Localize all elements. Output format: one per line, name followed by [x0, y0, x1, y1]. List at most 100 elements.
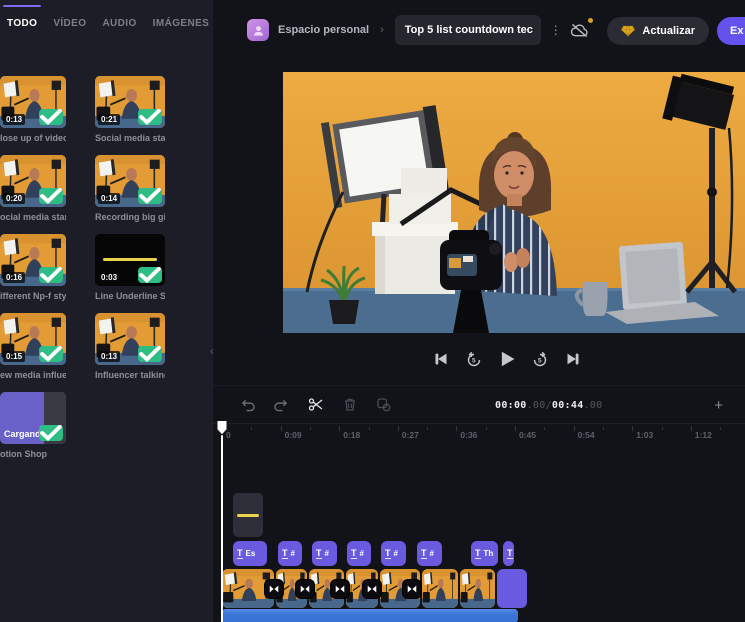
text-clip[interactable]: T #: [347, 541, 371, 566]
undo-icon: [241, 399, 255, 411]
duration-badge: 0:13: [3, 114, 26, 125]
ruler-label: 0:18: [343, 430, 361, 440]
transition-icon[interactable]: [296, 580, 314, 598]
media-item[interactable]: 0:21 Social media star pre...: [95, 76, 165, 143]
redo-button[interactable]: [273, 396, 290, 413]
media-item[interactable]: 0:16 ifferent Np-f style b...: [0, 234, 66, 301]
playhead-icon: [216, 420, 228, 436]
text-clip[interactable]: T #: [381, 541, 406, 566]
play-icon: [501, 351, 515, 367]
text-clip[interactable]: T Es: [233, 541, 267, 566]
undo-button[interactable]: [239, 396, 256, 413]
cloud-sync-button[interactable]: [569, 17, 594, 41]
checkmark-icon: [139, 109, 161, 125]
preview-scene: [283, 72, 745, 333]
skip-end-button[interactable]: [563, 349, 583, 369]
playhead-handle[interactable]: [216, 419, 228, 441]
plus-icon: +: [714, 396, 723, 414]
underline-sticker-preview: [237, 514, 259, 517]
sidebar-collapse-handle[interactable]: ‹: [206, 340, 218, 362]
trash-icon: [344, 398, 355, 411]
video-editor-app: TODO VÍDEO AUDIO IMÁGENES 0:13 lose up of vi…: [0, 0, 745, 622]
checkmark-icon: [40, 346, 62, 362]
duration-badge: 0:13: [98, 351, 121, 362]
check-badge: [138, 188, 162, 204]
media-thumbnail: 0:13: [95, 313, 165, 365]
workspace-avatar[interactable]: [247, 19, 269, 41]
redo-icon: [274, 399, 288, 411]
media-item[interactable]: 0:13 Influencer talking to ...: [95, 313, 165, 380]
ruler-label: 1:03: [636, 430, 654, 440]
transition-icon[interactable]: [265, 580, 283, 598]
delete-button[interactable]: [341, 396, 358, 413]
video-clip[interactable]: [460, 569, 495, 608]
text-clip-label: #: [429, 549, 434, 558]
forward-5-button[interactable]: 5: [530, 349, 550, 369]
audio-clip[interactable]: [222, 609, 518, 622]
zoom-in-button[interactable]: +: [714, 386, 723, 424]
media-item[interactable]: 0:20 ocial media star revi...: [0, 155, 66, 222]
checkmark-icon: [40, 425, 62, 441]
ruler-label: 0:45: [519, 430, 537, 440]
duration-badge: 0:15: [3, 351, 26, 362]
media-thumbnail: 0:13: [0, 76, 66, 128]
check-badge: [39, 188, 63, 204]
duplicate-button[interactable]: [375, 396, 392, 413]
text-clip[interactable]: T #: [417, 541, 442, 566]
upgrade-button[interactable]: Actualizar: [607, 17, 709, 45]
duration-badge: 0:16: [3, 272, 26, 283]
tab-todo[interactable]: TODO: [2, 4, 42, 29]
more-options-icon[interactable]: ⋮: [550, 23, 562, 37]
tab-audio[interactable]: AUDIO: [102, 18, 136, 29]
ruler-tick: [456, 426, 458, 431]
video-preview[interactable]: [283, 72, 745, 333]
checkmark-icon: [40, 267, 62, 283]
tab-imágenes[interactable]: IMÁGENES: [153, 18, 210, 29]
media-item[interactable]: Cargando... otion Shop: [0, 392, 66, 459]
export-label: Ex: [730, 25, 744, 37]
media-thumbnail: Cargando...: [0, 392, 66, 444]
text-clip-label: #: [290, 549, 295, 558]
media-label: ew media influence...: [0, 370, 66, 380]
thumbnail-scene: [422, 569, 458, 608]
text-tool-icon: T: [421, 548, 427, 559]
text-tool-icon: T: [282, 548, 288, 559]
transition-icon[interactable]: [403, 580, 421, 598]
check-badge: [138, 109, 162, 125]
text-clip[interactable]: T #: [278, 541, 302, 566]
workspace-name: Espacio personal: [278, 24, 370, 36]
svg-text:5: 5: [538, 358, 542, 365]
media-item[interactable]: 0:14 Recording big gift gi...: [95, 155, 165, 222]
ruler-label: 0:54: [577, 430, 595, 440]
timeline-ruler[interactable]: 0 0:09 0:18 0:27 0:36 0:45 0:54 1:03 1:12: [213, 424, 745, 448]
tab-vídeo[interactable]: VÍDEO: [53, 18, 86, 29]
media-thumbnail: 0:20: [0, 155, 66, 207]
split-button[interactable]: [307, 396, 324, 413]
sticker-clip[interactable]: [233, 493, 263, 537]
transition-icon[interactable]: [331, 580, 349, 598]
text-clip[interactable]: T Th: [471, 541, 498, 566]
sidebar-tabs: TODO VÍDEO AUDIO IMÁGENES: [0, 0, 213, 46]
export-button[interactable]: Ex: [717, 17, 745, 45]
text-clip[interactable]: T: [503, 541, 514, 566]
ruler-label: 0:09: [284, 430, 302, 440]
skip-start-button[interactable]: [431, 349, 451, 369]
rewind-5-button[interactable]: 5: [464, 349, 484, 369]
timeline-toolbar: 00:00.00 / 00:44.00 + −: [213, 386, 745, 424]
motion-graphic-clip[interactable]: [497, 569, 527, 608]
media-item[interactable]: 0:15 ew media influence...: [0, 313, 66, 380]
media-label: lose up of video blo...: [0, 133, 66, 143]
text-clip[interactable]: T #: [312, 541, 337, 566]
media-grid: 0:13 lose up of video blo... 0:21 Social m…: [0, 76, 213, 459]
check-badge: [39, 425, 63, 441]
project-title-input[interactable]: Top 5 list countdown tec: [394, 15, 541, 45]
main-area: Espacio personal › Top 5 list countdown …: [213, 0, 745, 622]
media-label: otion Shop: [0, 449, 47, 459]
rewind-5-icon: 5: [467, 351, 481, 367]
transition-icon[interactable]: [363, 580, 381, 598]
media-item[interactable]: 0:03 Line Underline Sticke...: [95, 234, 165, 301]
video-clip[interactable]: [422, 569, 458, 608]
media-item[interactable]: 0:13 lose up of video blo...: [0, 76, 66, 143]
play-button[interactable]: [497, 349, 517, 369]
ruler-tick: [632, 426, 634, 431]
